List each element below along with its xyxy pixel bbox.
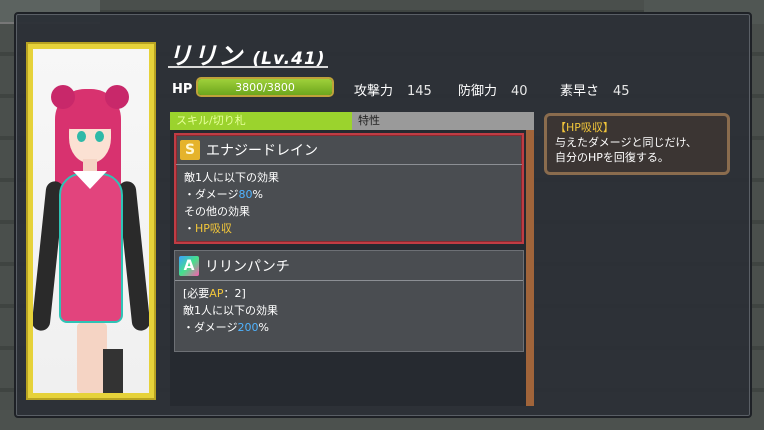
- tab-traits[interactable]: 特性: [352, 112, 534, 130]
- skill-card-header: S エナジードレイン: [176, 135, 522, 165]
- skill-card-lilin-punch[interactable]: A リリンパンチ [必要AP：2] 敵1人に以下の効果 ・ダメージ200%: [174, 250, 524, 352]
- skill-effect-line: ・ダメージ80%: [184, 188, 263, 201]
- skill-description: [必要AP：2] 敵1人に以下の効果 ・ダメージ200%: [175, 281, 523, 340]
- skill-effect-line: ・ダメージ200%: [183, 321, 269, 334]
- stat-attack-value: 145: [407, 84, 432, 99]
- stat-speed-label: 素早さ: [560, 84, 600, 99]
- skill-effect-line: その他の効果: [184, 205, 250, 218]
- skill-card-energy-drain[interactable]: S エナジードレイン 敵1人に以下の効果 ・ダメージ80% その他の効果 ・HP…: [174, 133, 524, 244]
- skill-cost-line: [必要AP：2]: [183, 287, 246, 300]
- character-portrait-frame: [26, 42, 156, 400]
- hp-label: HP: [172, 82, 193, 97]
- tooltip-title: 【HP吸収】: [555, 121, 614, 134]
- skill-card-header: A リリンパンチ: [175, 251, 523, 281]
- stat-speed-value: 45: [613, 84, 630, 99]
- stat-attack-label: 攻撃力: [354, 84, 394, 99]
- skill-description: 敵1人に以下の効果 ・ダメージ80% その他の効果 ・HP吸収: [176, 165, 522, 241]
- skill-type-a-icon: A: [179, 255, 199, 276]
- stat-defense-value: 40: [511, 84, 528, 99]
- skill-list[interactable]: S エナジードレイン 敵1人に以下の効果 ・ダメージ80% その他の効果 ・HP…: [170, 130, 526, 406]
- character-portrait: [33, 49, 149, 393]
- name-underline: [168, 66, 328, 68]
- skill-effect-line: ・HP吸収: [184, 222, 232, 235]
- effect-tooltip: 【HP吸収】 与えたダメージと同じだけ、 自分のHPを回復する。: [544, 113, 730, 175]
- tab-bar: スキル/切り札 特性: [170, 112, 534, 130]
- tab-skills[interactable]: スキル/切り札: [170, 112, 352, 130]
- skill-list-scrollbar[interactable]: [526, 130, 534, 406]
- skill-name: リリンパンチ: [205, 258, 290, 275]
- stat-defense-label: 防御力: [458, 84, 498, 99]
- hp-bar: 3800/3800: [196, 77, 334, 97]
- tooltip-text: 与えたダメージと同じだけ、: [555, 136, 697, 149]
- stat-speed: 素早さ 45: [560, 80, 630, 99]
- hp-value: 3800/3800: [235, 80, 295, 94]
- status-window: リリン (Lv.41) HP 3800/3800 攻撃力 145 防御力 40 素早…: [14, 12, 752, 418]
- skill-effect-line: 敵1人に以下の効果: [184, 171, 279, 184]
- stat-defense: 防御力 40: [458, 80, 528, 99]
- skill-name: エナジードレイン: [206, 142, 318, 159]
- tooltip-text: 自分のHPを回復する。: [555, 151, 669, 164]
- stat-attack: 攻撃力 145: [354, 80, 432, 99]
- skill-effect-line: 敵1人に以下の効果: [183, 304, 278, 317]
- skill-type-s-icon: S: [180, 139, 200, 160]
